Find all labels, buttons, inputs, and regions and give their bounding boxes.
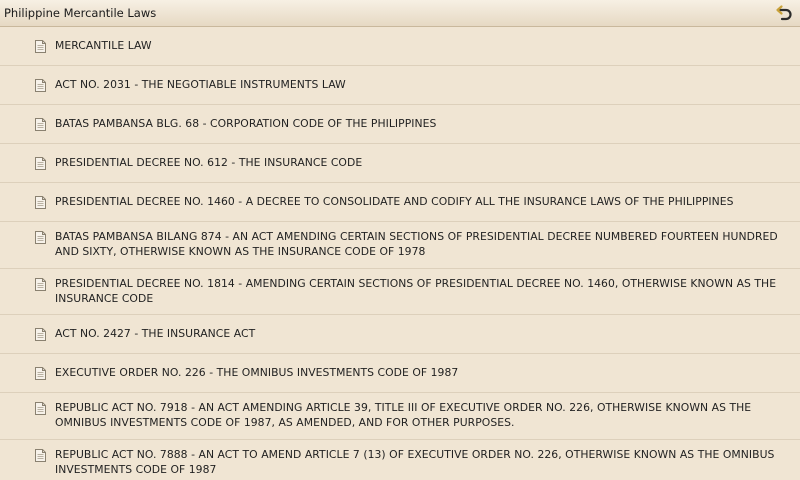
list-item-label: MERCANTILE LAW <box>55 39 152 52</box>
list-item-label: BATAS PAMBANSA BILANG 874 - AN ACT AMEND… <box>55 230 778 258</box>
law-list: MERCANTILE LAW ACT NO. 2031 - THE NEGOTI… <box>0 27 800 480</box>
page-title: Philippine Mercantile Laws <box>4 6 157 20</box>
list-item-label: PRESIDENTIAL DECREE NO. 612 - THE INSURA… <box>55 156 363 169</box>
document-icon <box>35 79 46 92</box>
list-item[interactable]: PRESIDENTIAL DECREE NO. 612 - THE INSURA… <box>0 144 800 183</box>
document-icon <box>35 40 46 53</box>
list-item-label: REPUBLIC ACT NO. 7888 - AN ACT TO AMEND … <box>55 448 775 476</box>
list-item[interactable]: REPUBLIC ACT NO. 7888 - AN ACT TO AMEND … <box>0 440 800 480</box>
list-item-label: EXECUTIVE ORDER NO. 226 - THE OMNIBUS IN… <box>55 366 459 379</box>
document-icon <box>35 196 46 209</box>
list-item-label: PRESIDENTIAL DECREE NO. 1814 - AMENDING … <box>55 277 777 305</box>
back-button[interactable] <box>774 3 794 23</box>
title-bar: Philippine Mercantile Laws <box>0 0 800 27</box>
document-icon <box>35 278 46 291</box>
document-icon <box>35 231 46 244</box>
list-item[interactable]: PRESIDENTIAL DECREE NO. 1460 - A DECREE … <box>0 183 800 222</box>
list-item-label: PRESIDENTIAL DECREE NO. 1460 - A DECREE … <box>55 195 734 208</box>
list-item[interactable]: BATAS PAMBANSA BLG. 68 - CORPORATION COD… <box>0 105 800 144</box>
list-item[interactable]: ACT NO. 2031 - THE NEGOTIABLE INSTRUMENT… <box>0 66 800 105</box>
list-item-label: REPUBLIC ACT NO. 7918 - AN ACT AMENDING … <box>55 401 752 429</box>
list-item[interactable]: MERCANTILE LAW <box>0 27 800 66</box>
list-item[interactable]: ACT NO. 2427 - THE INSURANCE ACT <box>0 315 800 354</box>
document-icon <box>35 118 46 131</box>
list-item[interactable]: PRESIDENTIAL DECREE NO. 1814 - AMENDING … <box>0 269 800 315</box>
app-window: Philippine Mercantile Laws MERCANTILE LA… <box>0 0 800 480</box>
list-item-label: BATAS PAMBANSA BLG. 68 - CORPORATION COD… <box>55 117 437 130</box>
document-icon <box>35 328 46 341</box>
document-icon <box>35 402 46 415</box>
document-icon <box>35 449 46 462</box>
document-icon <box>35 157 46 170</box>
list-item-label: ACT NO. 2031 - THE NEGOTIABLE INSTRUMENT… <box>55 78 346 91</box>
list-item[interactable]: REPUBLIC ACT NO. 7918 - AN ACT AMENDING … <box>0 393 800 440</box>
list-item[interactable]: BATAS PAMBANSA BILANG 874 - AN ACT AMEND… <box>0 222 800 269</box>
list-item-label: ACT NO. 2427 - THE INSURANCE ACT <box>55 327 256 340</box>
document-icon <box>35 367 46 380</box>
undo-arrow-icon <box>776 5 792 21</box>
list-item[interactable]: EXECUTIVE ORDER NO. 226 - THE OMNIBUS IN… <box>0 354 800 393</box>
